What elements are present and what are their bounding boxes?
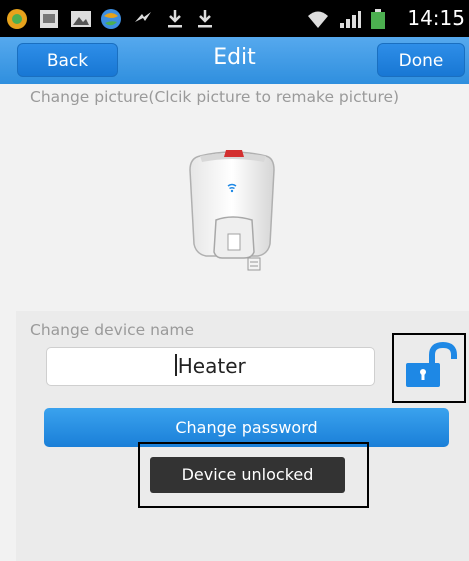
browser-icon xyxy=(101,9,121,29)
done-button[interactable]: Done xyxy=(377,43,465,77)
battery-icon xyxy=(371,9,385,29)
lock-toggle[interactable] xyxy=(392,333,466,403)
sim-icon xyxy=(40,10,58,28)
unlocked-padlock-icon xyxy=(406,341,457,387)
wifi-icon xyxy=(308,11,328,28)
gallery-icon xyxy=(71,11,91,27)
device-name-input[interactable]: Heater xyxy=(46,347,375,386)
device-picture[interactable] xyxy=(186,148,278,272)
usb-icon xyxy=(135,12,151,22)
status-time: 14:15 xyxy=(407,6,465,30)
download-icon xyxy=(168,10,182,28)
app-icon xyxy=(7,9,27,29)
status-bar: 14:15 xyxy=(0,0,469,37)
device-name-value: Heater xyxy=(177,354,246,378)
download-icon xyxy=(198,10,212,28)
title-bar: Back Edit Done xyxy=(0,37,469,84)
text-caret xyxy=(175,354,177,376)
signal-icon xyxy=(340,11,361,28)
device-name-label: Change device name xyxy=(30,321,195,339)
toast-message: Device unlocked xyxy=(150,457,345,493)
change-picture-hint: Change picture(Clcik picture to remake p… xyxy=(30,88,400,106)
